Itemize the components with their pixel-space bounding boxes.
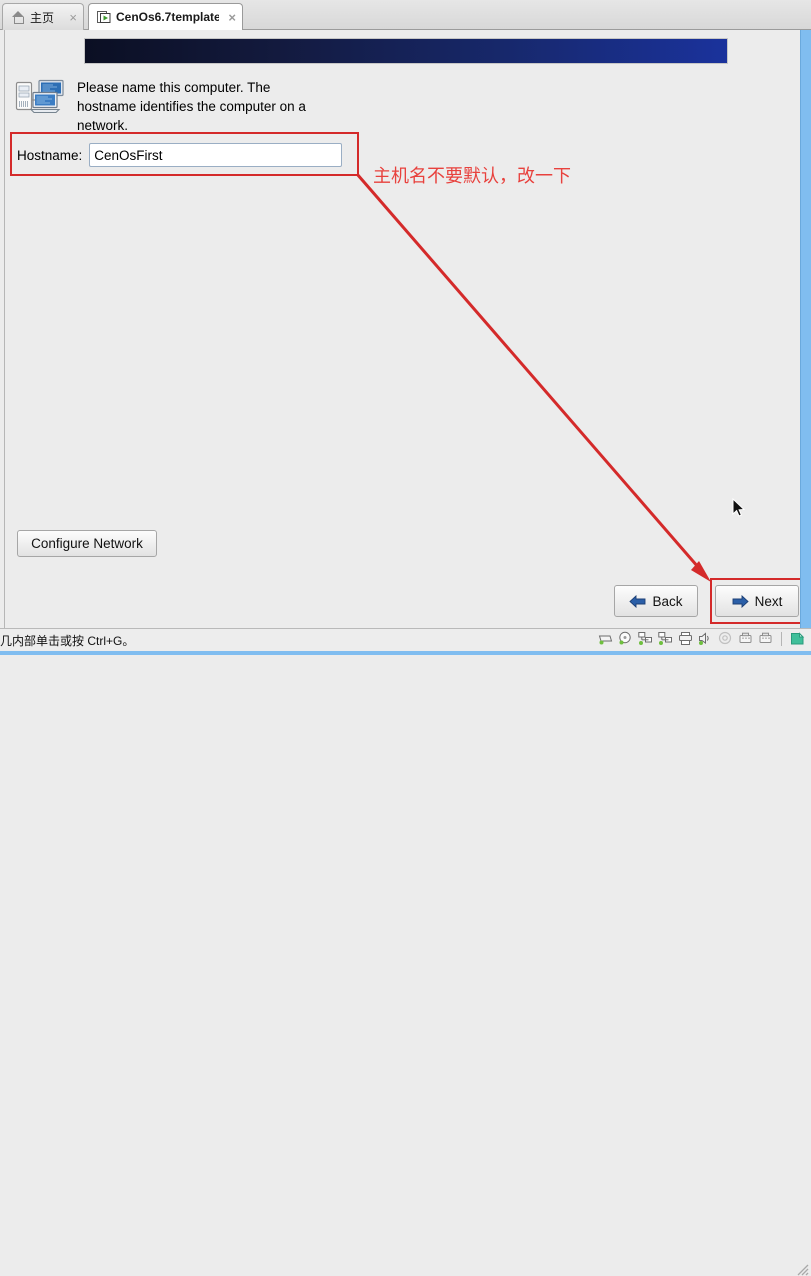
next-button-label: Next [754,593,783,609]
tab-home[interactable]: 主页 × [2,3,84,30]
network-adapter-2-icon[interactable] [658,631,673,646]
tab-virtual-machine[interactable]: CenOs6.7template × [88,3,243,30]
hostname-input[interactable] [89,143,343,167]
intro-text: Please name this computer. The hostname … [77,80,306,134]
sound-card-icon[interactable] [698,631,713,646]
network-adapter-icon[interactable] [638,631,653,646]
home-icon [11,10,25,24]
arrow-left-icon [629,594,646,608]
printer-icon[interactable] [678,631,693,646]
arrow-right-icon [732,594,749,608]
usb-device-icon[interactable] [738,631,753,646]
tab-strip: 主页 × CenOs6.7template × [0,0,811,30]
installer-banner [84,38,728,64]
bottom-accent-bar [0,651,811,655]
tab-virtual-machine-label: CenOs6.7template [116,10,220,24]
status-divider [781,631,782,646]
status-bar: 几内部单击或按 Ctrl+G。 [0,628,811,1276]
usb-controller-icon[interactable] [718,631,733,646]
annotation-note: 主机名不要默认，改一下 [373,166,571,187]
usb-device-2-icon[interactable] [758,631,773,646]
hostname-row: Hostname: [17,143,343,167]
virtual-machine-icon [97,10,111,24]
configure-network-button[interactable]: Configure Network [17,530,157,557]
cd-dvd-icon[interactable] [618,631,633,646]
hard-disk-icon[interactable] [598,631,613,646]
resize-grip[interactable] [795,1262,809,1276]
tab-virtual-machine-close-icon[interactable]: × [224,11,236,24]
mouse-cursor [732,498,746,517]
installer-screen: Please name this computer. The hostname … [5,30,800,628]
tab-home-label: 主页 [30,10,55,25]
status-message: 几内部单击或按 Ctrl+G。 [0,634,135,648]
vm-console-frame: Please name this computer. The hostname … [0,30,811,628]
back-button-label: Back [652,593,683,609]
intro-block: Please name this computer. The hostname … [15,76,435,135]
tab-home-close-icon[interactable]: × [65,11,77,24]
hostname-label: Hostname: [17,147,83,163]
next-button[interactable]: Next [715,585,799,617]
computer-network-icon [15,78,67,116]
back-button[interactable]: Back [614,585,698,617]
folder-shared-icon[interactable] [790,631,805,646]
frame-right-border [800,30,811,628]
status-bar-icons [598,631,805,646]
